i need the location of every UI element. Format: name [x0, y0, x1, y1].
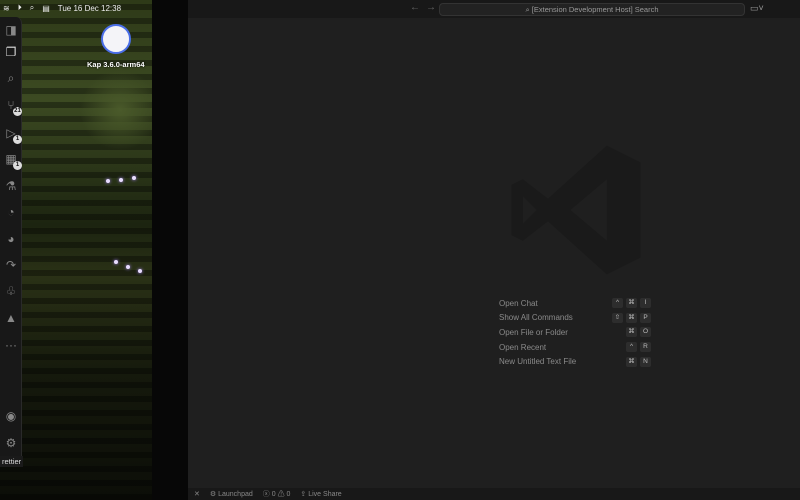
key: ⇧ [612, 312, 623, 323]
badge: 1 [13, 161, 22, 170]
command-label: New Untitled Text File [499, 357, 577, 367]
tree-icon[interactable]: ♧ [3, 283, 19, 299]
clock[interactable]: Tue 16 Dec 12:38 [58, 4, 121, 13]
key: ⌘ [626, 298, 637, 309]
command-label: Open File or Folder [499, 327, 568, 337]
key: ⌘ [626, 312, 637, 323]
source-control-icon[interactable]: ⑂ 21 [3, 97, 22, 116]
sidebar-toggle-icon[interactable]: ◨ [3, 22, 19, 38]
menu-bar: ≋ ⏵ ⌕ ▤ Tue 16 Dec 12:38 [0, 0, 152, 16]
badge: 21 [13, 107, 22, 116]
wallpaper-light [119, 178, 123, 182]
account-icon[interactable]: ◉ [3, 408, 19, 424]
wallpaper-light [138, 269, 142, 273]
problems-item[interactable]: ⓧ 0 ⚠ 0 [263, 489, 291, 499]
key: I [640, 298, 651, 309]
keybinding: ^ ⌘ I [612, 298, 651, 309]
command-label: Open Recent [499, 342, 547, 352]
wallpaper-light [114, 260, 118, 264]
editor-area: ←→ ⌕ [Extension Development Host] Search… [188, 0, 800, 500]
vscode-logo-watermark [511, 145, 641, 275]
wallpaper-light [132, 176, 136, 180]
files-icon[interactable]: ❐ [3, 44, 19, 60]
command-label: Open Chat [499, 298, 538, 308]
search-icon[interactable]: ⌕ [3, 70, 19, 86]
wifi-icon[interactable]: ≋ [3, 4, 10, 13]
extensions-icon[interactable]: ▦ 1 [3, 151, 22, 170]
spotlight-icon[interactable]: ⌕ [30, 3, 34, 13]
key: ^ [612, 298, 623, 309]
window-gap [152, 0, 188, 500]
status-bar: ✕ ⚙ Launchpad ⓧ 0 ⚠ 0 ⇪ Live Share [188, 488, 800, 500]
chat-icon[interactable]: ▭˅ [750, 3, 764, 14]
key: R [640, 342, 651, 353]
keybinding: ⇧ ⌘ P [612, 312, 651, 323]
command-item[interactable]: Open File or Folder ⌘ O [499, 325, 651, 340]
settings-gear-icon[interactable]: ⚙ [3, 435, 19, 451]
title-bar: ←→ ⌕ [Extension Development Host] Search… [188, 0, 800, 18]
control-center-icon[interactable]: ▤ [42, 4, 50, 13]
command-label: Show All Commands [499, 313, 573, 323]
run-debug-icon[interactable]: ▷ 1 [3, 125, 22, 144]
wallpaper-light [126, 265, 130, 269]
key: P [640, 312, 651, 323]
keybinding: ⌘ O [626, 327, 651, 338]
command-item[interactable]: Open Chat ^ ⌘ I [499, 296, 651, 311]
key: N [640, 356, 651, 367]
welcome-commands: Open Chat ^ ⌘ I Show All Commands ⇧ ⌘ P Open Fil… [499, 296, 651, 369]
live-share-item[interactable]: ⇪ Live Share [300, 490, 341, 498]
command-item[interactable]: New Untitled Text File ⌘ N [499, 354, 651, 369]
search-placeholder: [Extension Development Host] Search [531, 5, 659, 14]
kap-label: Kap 3.6.0-arm64 [87, 60, 145, 69]
remote-icon[interactable]: ✕ [194, 490, 200, 498]
play-icon[interactable]: ⏵ [18, 3, 22, 13]
command-item[interactable]: Open Recent ^ R [499, 340, 651, 355]
desktop-wallpaper [0, 0, 152, 500]
more-icon[interactable]: ··· [3, 337, 19, 353]
key: ^ [626, 342, 637, 353]
keybinding: ⌘ N [626, 356, 651, 367]
wallpaper-light [106, 179, 110, 183]
kap-record-button[interactable] [101, 24, 131, 54]
key: ⌘ [626, 356, 637, 367]
testing-icon[interactable]: ⚗ [3, 178, 19, 194]
command-item[interactable]: Show All Commands ⇧ ⌘ P [499, 311, 651, 326]
git-graph-icon[interactable]: ◔ [3, 204, 19, 220]
badge: 1 [13, 135, 22, 144]
command-center-search[interactable]: ⌕ [Extension Development Host] Search [439, 3, 745, 16]
gitlens-icon[interactable]: ◕ [3, 231, 19, 247]
pyramid-icon[interactable]: ▲ [3, 310, 19, 326]
remote-icon[interactable]: ↷ [3, 257, 19, 273]
key: O [640, 327, 651, 338]
keybinding: ^ R [626, 342, 651, 353]
tooltip: rettier [0, 456, 24, 467]
back-arrow-icon[interactable]: ← [410, 2, 426, 13]
launchpad-item[interactable]: ⚙ Launchpad [210, 490, 253, 498]
key: ⌘ [626, 327, 637, 338]
